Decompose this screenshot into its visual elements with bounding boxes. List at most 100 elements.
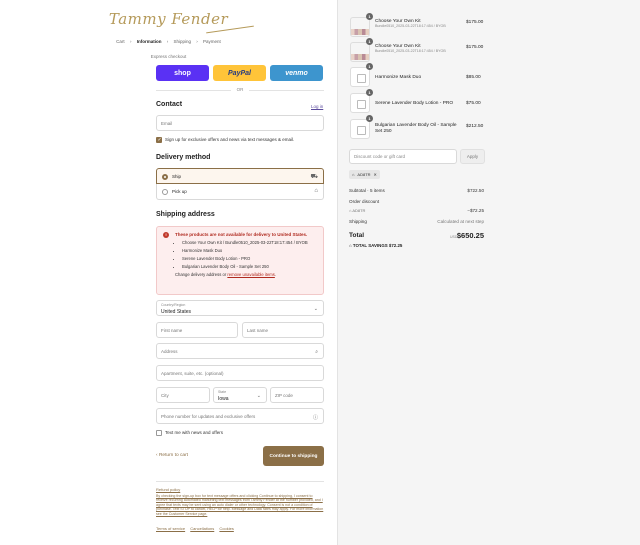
discount-placeholder: Discount code or gift card bbox=[354, 154, 406, 159]
line-item: 1 Bulgarian Lavender Body Oil - Sample S… bbox=[350, 115, 485, 141]
order-discount-label: Order discount bbox=[349, 199, 380, 204]
paypal-button[interactable]: PayPal bbox=[213, 65, 266, 81]
apartment-field[interactable]: Apartment, suite, etc. (optional) bbox=[156, 365, 324, 381]
alert-icon: ! bbox=[163, 232, 169, 238]
total-label: Total bbox=[349, 232, 365, 239]
ship-label: Ship bbox=[172, 173, 182, 179]
breadcrumb-separator: › bbox=[129, 39, 132, 44]
terms-link[interactable]: Terms of service bbox=[156, 526, 185, 531]
store-icon: ⌂ bbox=[314, 188, 318, 194]
remove-unavailable-link[interactable]: remove unavailable items bbox=[227, 272, 274, 277]
pickup-radio[interactable] bbox=[162, 189, 168, 195]
phone-field[interactable]: Phone number for updates and exclusive o… bbox=[156, 408, 324, 424]
quantity-badge: 1 bbox=[366, 63, 373, 70]
state-label: State bbox=[218, 390, 227, 394]
line-item: 1 Choose Your Own Kit Bundle0510_2025-03… bbox=[350, 13, 485, 39]
zip-field[interactable]: ZIP code bbox=[270, 387, 324, 403]
tag-icon: ⌂ bbox=[352, 172, 355, 177]
signup-label: Sign up for exclusive offers and news vi… bbox=[165, 137, 295, 142]
delivery-option-pickup[interactable]: Pick up ⌂ bbox=[156, 184, 324, 200]
first-name-field[interactable]: First name bbox=[156, 322, 238, 338]
discount-code-row: ⌂ AD8TR bbox=[349, 208, 365, 213]
breadcrumb: Cart › Information › Shipping › Payment bbox=[0, 39, 337, 44]
breadcrumb-cart[interactable]: Cart bbox=[116, 39, 125, 44]
cancellations-link[interactable]: Cancellations bbox=[190, 526, 214, 531]
applied-discount-tag: ⌂ AD8TR ✕ bbox=[349, 170, 380, 179]
discount-code-input[interactable]: Discount code or gift card bbox=[349, 149, 457, 164]
delivery-heading: Delivery method bbox=[156, 154, 211, 161]
brand-logo[interactable]: Tammy Fender bbox=[0, 10, 337, 28]
last-name-placeholder: Last name bbox=[247, 327, 269, 333]
venmo-button[interactable]: venmo bbox=[270, 65, 323, 81]
signup-checkbox[interactable] bbox=[156, 137, 162, 143]
shop-pay-button[interactable]: shop bbox=[156, 65, 209, 81]
pickup-label: Pick up bbox=[172, 189, 187, 194]
address-placeholder: Address bbox=[161, 348, 178, 354]
return-to-cart-link[interactable]: ‹ Return to cart bbox=[156, 453, 188, 458]
warning-item: Harmonize Mask Duo bbox=[182, 248, 317, 253]
warning-item: Bulgarian Lavender Body Oil - Sample Set… bbox=[182, 264, 317, 269]
warning-footer: Change delivery address or remove unavai… bbox=[175, 272, 317, 277]
checkout-main: Tammy Fender Cart › Information › Shippi… bbox=[0, 0, 337, 545]
total-savings: ⌂ TOTAL SAVINGS $72.25 bbox=[349, 243, 402, 248]
product-price: $212.50 bbox=[466, 124, 484, 129]
express-checkout-label: Express checkout bbox=[150, 54, 187, 59]
product-price: $175.00 bbox=[466, 45, 484, 50]
shipping-value: Calculated at next step bbox=[437, 219, 484, 224]
email-field[interactable]: Email bbox=[156, 115, 324, 131]
chevron-down-icon: ⌄ bbox=[313, 306, 318, 312]
breadcrumb-separator: › bbox=[196, 39, 198, 44]
apply-discount-button[interactable]: Apply bbox=[460, 149, 485, 164]
subtotal-label: Subtotal · 5 items bbox=[349, 188, 385, 193]
continue-to-shipping-button[interactable]: Continue to shipping bbox=[263, 446, 324, 466]
help-icon[interactable]: ⓘ bbox=[313, 414, 318, 421]
state-value: Iowa bbox=[218, 396, 229, 402]
product-price: $175.00 bbox=[466, 20, 484, 25]
breadcrumb-payment: Payment bbox=[203, 39, 221, 44]
state-select[interactable]: State Iowa ⌄ bbox=[213, 387, 267, 403]
phone-placeholder: Phone number for updates and exclusive o… bbox=[161, 413, 256, 419]
breadcrumb-information: Information bbox=[136, 39, 162, 44]
text-me-label: Text me with news and offers bbox=[165, 430, 223, 435]
warning-item: Choose Your Own Kit / Bundle0510_2025-03… bbox=[182, 240, 317, 245]
text-me-checkbox[interactable] bbox=[156, 430, 162, 436]
breadcrumb-shipping: Shipping bbox=[173, 39, 192, 44]
email-placeholder: Email bbox=[161, 120, 173, 126]
zip-placeholder: ZIP code bbox=[275, 392, 293, 398]
warning-title: These products are not available for del… bbox=[175, 232, 308, 237]
product-price: $75.00 bbox=[466, 101, 481, 106]
product-thumbnail bbox=[350, 17, 370, 37]
ship-radio[interactable] bbox=[162, 174, 168, 180]
product-variant: Bundle0510_2025-03-22T18:17:454 / BYOB bbox=[375, 24, 446, 28]
line-item: 1 Harmonize Mask Duo bbox=[350, 63, 485, 89]
delivery-option-ship[interactable]: Ship ⛟ bbox=[156, 168, 324, 184]
total-value: $650.25 bbox=[456, 231, 484, 240]
sms-consent-text: By checking the sign-up box for text mes… bbox=[156, 494, 324, 516]
cookies-link[interactable]: Cookies bbox=[219, 526, 233, 531]
quantity-badge: 1 bbox=[366, 38, 373, 45]
refund-policy-link[interactable]: Refund policy bbox=[156, 487, 180, 492]
country-select[interactable]: Country/Region United States ⌄ bbox=[156, 300, 324, 316]
city-placeholder: City bbox=[161, 392, 169, 398]
country-value: United States bbox=[161, 309, 192, 315]
city-field[interactable]: City bbox=[156, 387, 210, 403]
savings-value: $72.25 bbox=[388, 243, 403, 248]
product-thumbnail bbox=[350, 42, 370, 62]
image-placeholder-icon bbox=[350, 93, 370, 113]
shipping-label: Shipping bbox=[349, 219, 367, 224]
last-name-field[interactable]: Last name bbox=[242, 322, 324, 338]
quantity-badge: 1 bbox=[366, 89, 373, 96]
footer-divider bbox=[156, 481, 324, 482]
product-name: Serene Lavender Body Lotion - PRO bbox=[375, 101, 454, 106]
warning-item-list: Choose Your Own Kit / Bundle0510_2025-03… bbox=[175, 240, 317, 269]
footer-links: Terms of service Cancellations Cookies bbox=[156, 526, 238, 531]
remove-discount-icon[interactable]: ✕ bbox=[374, 172, 377, 177]
login-link[interactable]: Log in bbox=[311, 104, 323, 109]
product-price: $85.00 bbox=[466, 75, 481, 80]
shipping-address-heading: Shipping address bbox=[156, 211, 215, 218]
image-placeholder-icon bbox=[350, 67, 370, 87]
address-field[interactable]: Address ⌕ bbox=[156, 343, 324, 359]
country-label: Country/Region bbox=[161, 303, 186, 307]
truck-icon: ⛟ bbox=[310, 174, 318, 180]
unavailable-items-warning: ! These products are not available for d… bbox=[156, 226, 324, 295]
